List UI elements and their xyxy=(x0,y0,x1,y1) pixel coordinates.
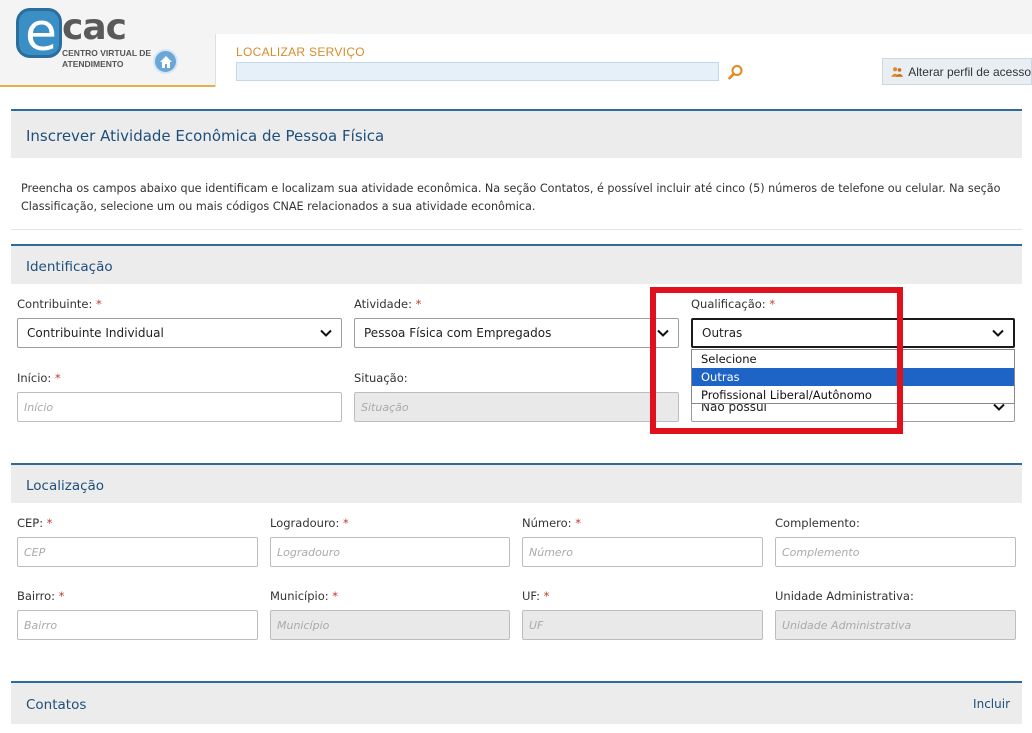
dropdown-option-profissional-liberal[interactable]: Profissional Liberal/Autônomo xyxy=(692,386,1014,404)
bairro-label: Bairro: * xyxy=(17,589,65,603)
search-label: LOCALIZAR SERVIÇO xyxy=(236,45,365,59)
contatos-heading: Contatos xyxy=(26,697,87,713)
situacao-label: Situação: xyxy=(354,371,408,385)
contribuinte-value: Contribuinte Individual xyxy=(27,326,164,340)
dropdown-option-outras[interactable]: Outras xyxy=(692,368,1014,386)
complemento-label: Complemento: xyxy=(775,516,860,530)
inicio-input[interactable]: Início xyxy=(17,392,342,422)
qualificacao-value: Outras xyxy=(702,326,743,340)
page-title: Inscrever Atividade Econômica de Pessoa … xyxy=(26,127,385,145)
intro-panel: Preencha os campos abaixo que identifica… xyxy=(11,160,1022,230)
complemento-input[interactable]: Complemento xyxy=(775,537,1016,567)
identificacao-header: Identificação xyxy=(11,244,1022,284)
contatos-header: Contatos Incluir xyxy=(11,681,1022,724)
uf-input: UF xyxy=(522,610,763,640)
chevron-down-icon xyxy=(992,329,1004,337)
atividade-label: Atividade: * xyxy=(354,297,422,311)
search-input[interactable] xyxy=(236,62,719,81)
localizacao-header: Localização xyxy=(11,463,1022,503)
logo-e-mark: e xyxy=(16,3,62,63)
contribuinte-label: Contribuinte: * xyxy=(17,297,102,311)
dropdown-option-selecione[interactable]: Selecione xyxy=(692,350,1014,368)
top-header: e cac CENTRO VIRTUAL DE ATENDIMENTO LOCA… xyxy=(0,0,1032,87)
logradouro-input[interactable]: Logradouro xyxy=(270,537,510,567)
page-title-panel: Inscrever Atividade Econômica de Pessoa … xyxy=(11,109,1022,158)
uf-label: UF: * xyxy=(522,589,550,603)
bairro-input[interactable]: Bairro xyxy=(17,610,258,640)
qualificacao-label: Qualificação: * xyxy=(691,297,776,311)
chevron-down-icon xyxy=(657,329,669,337)
logradouro-label: Logradouro: * xyxy=(270,516,349,530)
atividade-select[interactable]: Pessoa Física com Empregados xyxy=(354,318,679,348)
unidade-input: Unidade Administrativa xyxy=(775,610,1016,640)
municipio-label: Município: * xyxy=(270,589,339,603)
logo-cac-text: cac xyxy=(62,7,127,48)
numero-input[interactable]: Número xyxy=(522,537,763,567)
contribuinte-select[interactable]: Contribuinte Individual xyxy=(17,318,342,348)
municipio-input: Município xyxy=(270,610,510,640)
chevron-down-icon xyxy=(993,403,1005,411)
numero-label: Número: * xyxy=(522,516,581,530)
cep-label: CEP: * xyxy=(17,516,53,530)
unidade-label: Unidade Administrativa: xyxy=(775,589,914,603)
change-profile-label: Alterar perfil de acesso xyxy=(908,64,1031,79)
incluir-link[interactable]: Incluir xyxy=(973,697,1010,711)
logo-subtitle: CENTRO VIRTUAL DE ATENDIMENTO xyxy=(62,48,152,69)
intro-text: Preencha os campos abaixo que identifica… xyxy=(21,182,1001,213)
qualificacao-dropdown-list[interactable]: Selecione Outras Profissional Liberal/Au… xyxy=(691,349,1015,404)
localizacao-heading: Localização xyxy=(26,478,105,494)
users-icon xyxy=(891,66,904,77)
search-icon[interactable] xyxy=(728,64,744,80)
situacao-input: Situação xyxy=(354,392,679,422)
home-icon[interactable] xyxy=(153,49,178,74)
change-profile-button[interactable]: Alterar perfil de acesso xyxy=(882,58,1032,85)
qualificacao-select[interactable]: Outras xyxy=(691,318,1015,348)
identificacao-heading: Identificação xyxy=(26,259,113,275)
inicio-label: Início: * xyxy=(17,371,61,385)
atividade-value: Pessoa Física com Empregados xyxy=(364,326,552,340)
chevron-down-icon xyxy=(320,329,332,337)
cep-input[interactable]: CEP xyxy=(17,537,258,567)
ecac-logo[interactable]: e cac CENTRO VIRTUAL DE ATENDIMENTO xyxy=(16,3,151,76)
